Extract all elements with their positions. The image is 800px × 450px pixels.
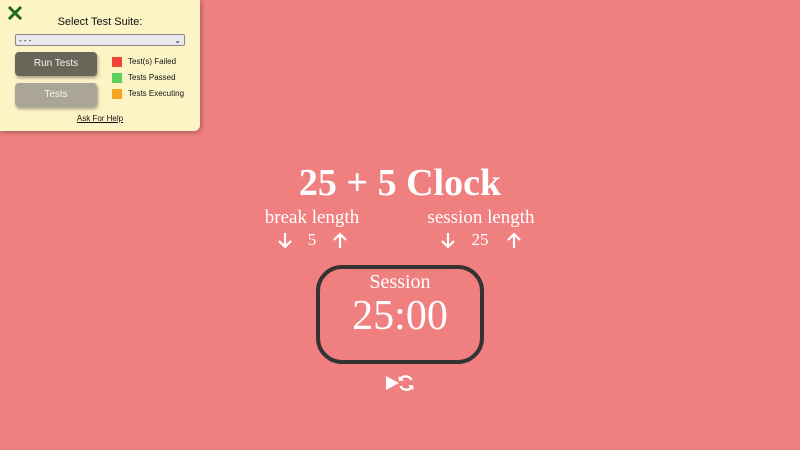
break-label: break length [264, 207, 360, 228]
session-length: 25 [471, 230, 489, 249]
chevron-down-icon: ⌄ [174, 36, 181, 45]
run-tests-button[interactable]: Run Tests [15, 52, 97, 76]
reset-icon[interactable] [397, 374, 415, 392]
timer-label: Session [369, 271, 431, 293]
session-decrement-arrow-down-icon[interactable] [440, 232, 456, 249]
legend-label: Tests Executing [128, 89, 185, 98]
passed-swatch [112, 73, 122, 83]
legend-failed: Test(s) Failed [112, 57, 176, 67]
break-increment-arrow-up-icon[interactable] [332, 232, 348, 249]
suite-select-label: Select Test Suite: [57, 16, 143, 28]
ask-for-help-link[interactable]: Ask For Help [0, 114, 200, 123]
test-suite-select[interactable]: - - - ⌄ [15, 34, 185, 46]
session-label: session length [427, 207, 535, 228]
failed-swatch [112, 57, 122, 67]
time-left: 25:00 [352, 293, 448, 339]
select-value: - - - [19, 36, 32, 45]
break-decrement-arrow-down-icon[interactable] [277, 232, 293, 249]
test-suite-panel: Select Test Suite: - - - ⌄ Run Tests Tes… [0, 0, 200, 131]
legend-executing: Tests Executing [112, 89, 184, 99]
executing-swatch [112, 89, 122, 99]
legend-label: Test(s) Failed [128, 57, 177, 66]
break-length: 5 [307, 230, 317, 249]
legend-passed: Tests Passed [112, 73, 176, 83]
legend-label: Tests Passed [128, 73, 176, 82]
session-increment-arrow-up-icon[interactable] [506, 232, 522, 249]
page-title: 25 + 5 Clock [298, 162, 502, 204]
tests-button[interactable]: Tests [15, 83, 97, 107]
